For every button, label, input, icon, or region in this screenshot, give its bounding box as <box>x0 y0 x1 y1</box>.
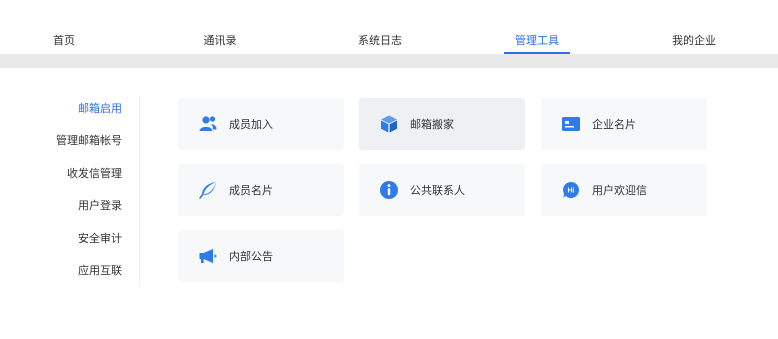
tab-label: 我的企业 <box>672 34 716 47</box>
card-label: 企业名片 <box>592 118 636 131</box>
business-card-icon <box>561 114 581 134</box>
side-item-manage-accounts[interactable]: 管理邮箱帐号 <box>56 132 122 148</box>
card-welcome-letter[interactable]: Hi 用户欢迎信 <box>541 164 707 216</box>
header-divider-band <box>0 54 778 68</box>
card-label: 内部公告 <box>229 250 273 263</box>
info-icon <box>379 180 399 200</box>
hi-chat-icon: Hi <box>561 180 581 200</box>
megaphone-icon <box>198 246 218 266</box>
tab-label: 通讯录 <box>203 34 237 47</box>
tab-contacts[interactable]: 通讯录 <box>196 32 244 54</box>
top-navigation: 首页 通讯录 系统日志 管理工具 我的企业 <box>0 0 778 54</box>
add-member-icon <box>198 114 218 134</box>
tab-label: 系统日志 <box>358 34 402 47</box>
side-item-mailbox-enable[interactable]: 邮箱启用 <box>78 100 122 116</box>
card-label: 成员加入 <box>229 118 273 131</box>
side-item-user-login[interactable]: 用户登录 <box>78 197 122 213</box>
tab-my-enterprise[interactable]: 我的企业 <box>666 32 722 54</box>
card-label: 公共联系人 <box>410 184 465 197</box>
tab-home[interactable]: 首页 <box>48 32 80 54</box>
card-member-join[interactable]: 成员加入 <box>178 98 344 150</box>
tab-label: 首页 <box>53 34 75 47</box>
card-public-contacts[interactable]: 公共联系人 <box>359 164 525 216</box>
tab-admin-tools[interactable]: 管理工具 <box>504 32 570 54</box>
side-item-send-receive[interactable]: 收发信管理 <box>67 165 122 181</box>
card-internal-announcement[interactable]: 内部公告 <box>178 230 344 282</box>
card-enterprise-card[interactable]: 企业名片 <box>541 98 707 150</box>
card-member-card[interactable]: 成员名片 <box>178 164 344 216</box>
side-item-security-audit[interactable]: 安全审计 <box>78 230 122 246</box>
box-icon <box>379 114 399 134</box>
svg-text:Hi: Hi <box>568 188 575 195</box>
tab-system-log[interactable]: 系统日志 <box>352 32 408 54</box>
card-label: 邮箱搬家 <box>410 118 454 131</box>
card-label: 用户欢迎信 <box>592 184 647 197</box>
feather-icon <box>198 180 218 200</box>
card-mailbox-migration[interactable]: 邮箱搬家 <box>359 98 525 150</box>
side-item-app-interconnect[interactable]: 应用互联 <box>78 262 122 278</box>
tab-label: 管理工具 <box>515 34 559 47</box>
side-menu: 邮箱启用 管理邮箱帐号 收发信管理 用户登录 安全审计 应用互联 <box>0 96 140 286</box>
card-label: 成员名片 <box>229 184 273 197</box>
